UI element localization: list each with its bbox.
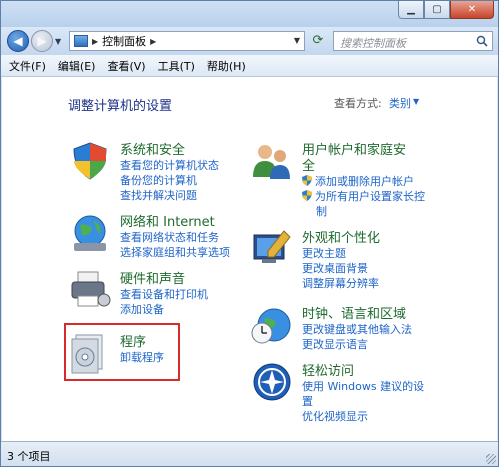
link-text[interactable]: 为所有用户设置家长控	[315, 190, 425, 203]
category-hardware-sound: 硬件和声音 查看设备和打印机 添加设备	[68, 268, 238, 318]
category-title-continued[interactable]: 全	[302, 155, 315, 174]
forward-button[interactable]: ▶	[31, 30, 53, 52]
close-button[interactable]: ✕	[450, 1, 494, 19]
uac-shield-icon	[302, 175, 312, 186]
link-change-desktop-background[interactable]: 更改桌面背景	[302, 260, 368, 276]
printer-icon[interactable]	[68, 268, 112, 312]
link-optimize-display[interactable]: 优化视频显示	[302, 408, 368, 424]
category-title[interactable]: 轻松访问	[302, 360, 354, 379]
link-homegroup-sharing[interactable]: 选择家庭组和共享选项	[120, 244, 230, 260]
link-network-status[interactable]: 查看网络状态和任务	[120, 229, 219, 245]
link-change-display-language[interactable]: 更改显示语言	[302, 336, 368, 352]
category-clock-language-region: 时钟、语言和区域 更改键盘或其他输入法 更改显示语言	[250, 303, 450, 353]
link-parental-controls[interactable]: 为所有用户设置家长控	[302, 188, 425, 204]
refresh-icon[interactable]: ⟳	[309, 33, 327, 49]
category-title[interactable]: 外观和个性化	[302, 227, 380, 246]
category-appearance: 外观和个性化 更改主题 更改桌面背景 调整屏幕分辨率	[250, 227, 450, 290]
programs-highlight-box	[64, 323, 180, 381]
network-globe-icon[interactable]	[68, 211, 112, 255]
menu-edit[interactable]: 编辑(E)	[58, 58, 96, 74]
minimize-button[interactable]: ▁	[398, 1, 424, 19]
category-title[interactable]: 系统和安全	[120, 139, 185, 158]
search-box[interactable]: 搜索控制面板	[333, 31, 493, 51]
address-bar[interactable]: ▶ 控制面板 ▶ ▼	[69, 31, 305, 51]
status-bar: 3 个项目	[1, 441, 498, 466]
ease-of-access-icon[interactable]	[250, 360, 294, 404]
window-controls: ▁ ▢ ✕	[398, 1, 494, 19]
resize-grip-icon[interactable]	[486, 454, 496, 464]
category-system-security: 系统和安全 查看您的计算机状态 备份您的计算机 查找并解决问题	[68, 139, 238, 202]
breadcrumb-arrow-icon[interactable]: ▶	[92, 37, 98, 46]
chevron-down-icon[interactable]: ▼	[413, 97, 419, 106]
menu-help[interactable]: 帮助(H)	[207, 58, 246, 74]
navigation-bar: ◀ ▶ ▼ ▶ 控制面板 ▶ ▼ ⟳ 搜索控制面板	[1, 27, 498, 55]
link-change-theme[interactable]: 更改主题	[302, 245, 346, 261]
search-icon[interactable]	[476, 35, 488, 47]
category-ease-of-access: 轻松访问 使用 Windows 建议的设 置 优化视频显示	[250, 360, 450, 426]
users-icon[interactable]	[250, 139, 294, 183]
category-title[interactable]: 时钟、语言和区域	[302, 303, 406, 322]
menu-bar: 文件(F) 编辑(E) 查看(V) 工具(T) 帮助(H)	[1, 55, 498, 77]
page-title: 调整计算机的设置	[68, 99, 173, 114]
link-text[interactable]: 添加或删除用户帐户	[315, 175, 414, 188]
uac-shield-icon	[302, 190, 312, 201]
link-check-computer-status[interactable]: 查看您的计算机状态	[120, 157, 219, 173]
menu-tools[interactable]: 工具(T)	[158, 58, 195, 74]
category-user-accounts: 用户帐户和家庭安 全 添加或删除用户帐户 为所有用户设置家长控 制	[250, 139, 450, 219]
link-devices-printers[interactable]: 查看设备和打印机	[120, 286, 208, 302]
category-title[interactable]: 用户帐户和家庭安	[302, 139, 406, 158]
link-add-device[interactable]: 添加设备	[120, 301, 164, 317]
maximize-button[interactable]: ▢	[424, 1, 450, 19]
link-change-keyboard[interactable]: 更改键盘或其他输入法	[302, 321, 412, 337]
menu-file[interactable]: 文件(F)	[9, 58, 46, 74]
view-by-dropdown[interactable]: 类别	[389, 95, 411, 111]
link-windows-suggest-settings[interactable]: 使用 Windows 建议的设	[302, 378, 424, 394]
shield-icon[interactable]	[68, 139, 112, 183]
item-count: 3 个项目	[7, 450, 51, 463]
category-title[interactable]: 硬件和声音	[120, 268, 185, 287]
clock-globe-icon[interactable]	[250, 303, 294, 347]
control-panel-window: ▁ ▢ ✕ ◀ ▶ ▼ ▶ 控制面板 ▶ ▼ ⟳ 搜索控制面板 文件(F) 编辑…	[0, 0, 499, 467]
breadcrumb-control-panel[interactable]: 控制面板	[102, 33, 146, 49]
category-network-internet: 网络和 Internet 查看网络状态和任务 选择家庭组和共享选项	[68, 211, 238, 261]
link-adjust-resolution[interactable]: 调整屏幕分辨率	[302, 275, 379, 291]
category-title[interactable]: 网络和 Internet	[120, 211, 215, 230]
recent-pages-dropdown-icon[interactable]: ▼	[55, 37, 61, 46]
link-parental-controls-continued[interactable]: 制	[316, 203, 327, 219]
link-add-remove-accounts[interactable]: 添加或删除用户帐户	[302, 173, 414, 189]
menu-view[interactable]: 查看(V)	[107, 58, 145, 74]
link-backup-computer[interactable]: 备份您的计算机	[120, 172, 197, 188]
control-panel-icon	[74, 35, 88, 47]
content-area: 调整计算机的设置 查看方式: 类别 ▼ 系统和安全 查看您的计算机状态 备份您的…	[2, 77, 497, 441]
link-troubleshoot[interactable]: 查找并解决问题	[120, 187, 197, 203]
breadcrumb-arrow-icon[interactable]: ▶	[150, 37, 156, 46]
search-input[interactable]: 搜索控制面板	[340, 35, 406, 51]
link-windows-suggest-settings-continued[interactable]: 置	[302, 393, 313, 409]
view-by-label: 查看方式:	[334, 97, 382, 110]
appearance-icon[interactable]	[250, 227, 294, 271]
address-dropdown-icon[interactable]: ▼	[294, 36, 300, 45]
title-bar: ▁ ▢ ✕	[1, 1, 498, 27]
back-button[interactable]: ◀	[7, 30, 29, 52]
